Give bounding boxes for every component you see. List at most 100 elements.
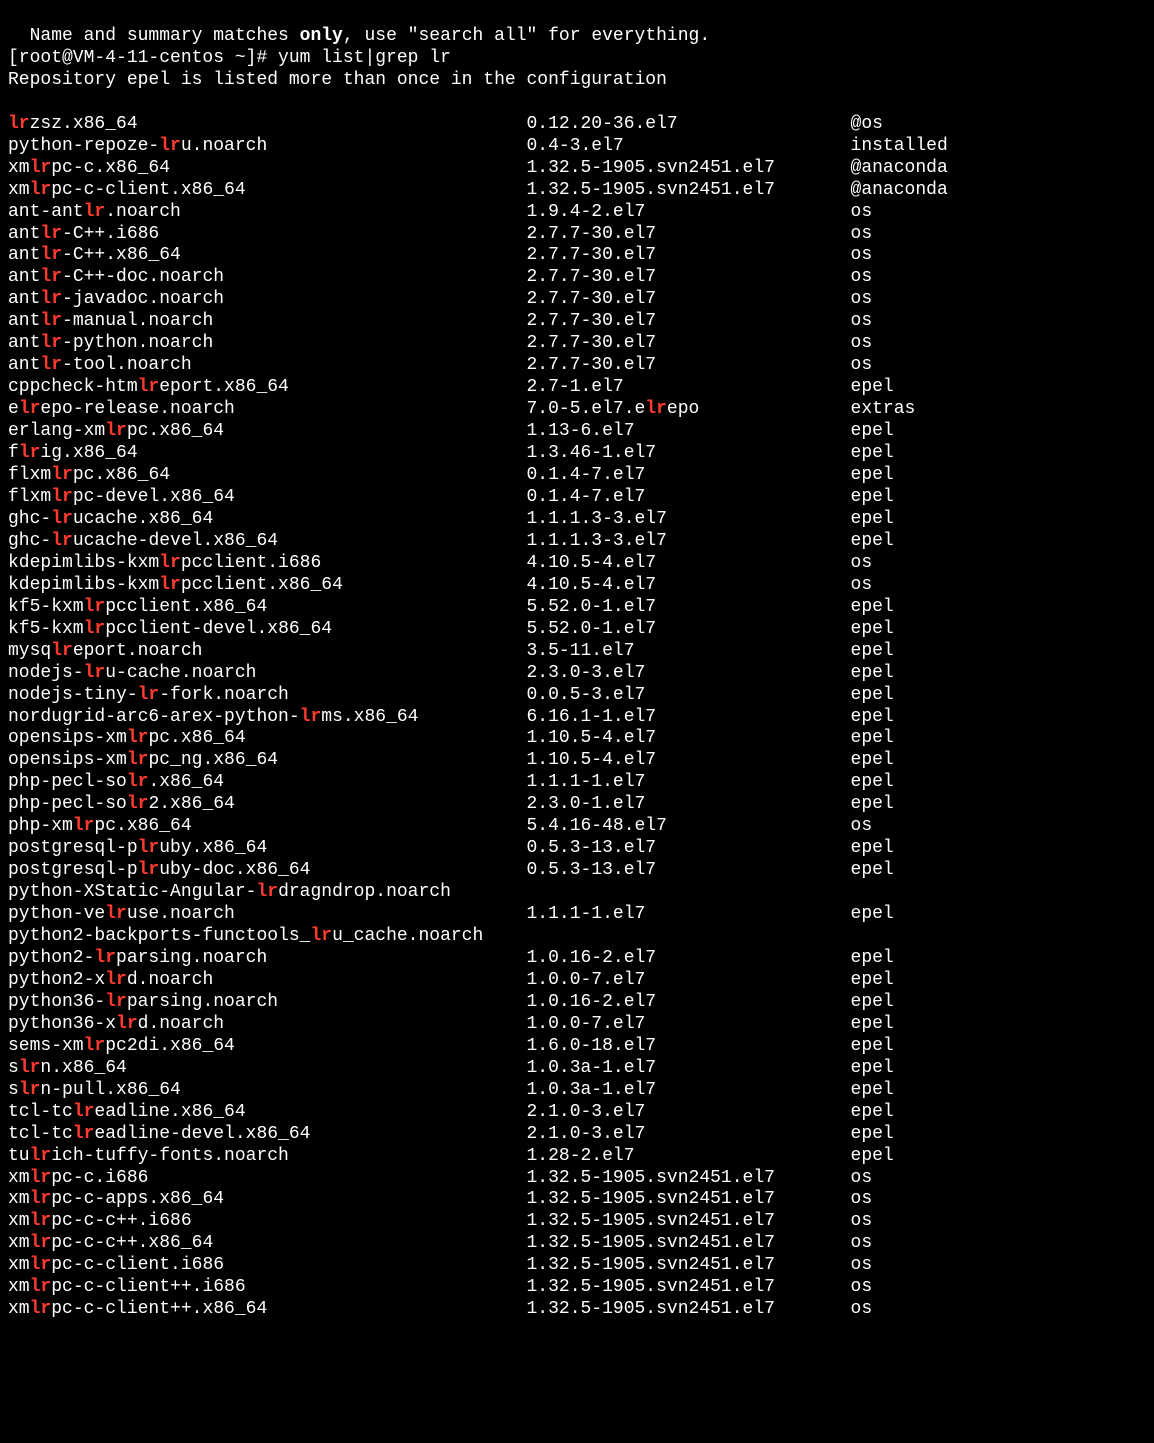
package-name: kdepimlibs-kxmlrpcclient.x86_64 — [8, 575, 526, 597]
package-name: antlr-javadoc.noarch — [8, 289, 526, 311]
package-row: python36-xlrd.noarch1.0.0-7.el7epel — [8, 1014, 1146, 1036]
package-repo: epel — [851, 1080, 1146, 1102]
package-row: antlr-tool.noarch2.7.7-30.el7os — [8, 355, 1146, 377]
package-row: xmlrpc-c-client.i6861.32.5-1905.svn2451.… — [8, 1255, 1146, 1277]
package-row: opensips-xmlrpc.x86_641.10.5-4.el7epel — [8, 728, 1146, 750]
package-version: 2.1.0-3.el7 — [526, 1124, 850, 1146]
package-name: antlr-C++.x86_64 — [8, 245, 526, 267]
package-repo: os — [851, 1168, 1146, 1190]
package-row: nodejs-tiny-lr-fork.noarch0.0.5-3.el7epe… — [8, 685, 1146, 707]
package-row: ghc-lrucache.x86_641.1.1.3-3.el7epel — [8, 509, 1146, 531]
package-version: 2.7.7-30.el7 — [526, 355, 850, 377]
package-version: 2.7.7-30.el7 — [526, 289, 850, 311]
package-version: 1.32.5-1905.svn2451.el7 — [526, 1168, 850, 1190]
package-repo: epel — [851, 1146, 1146, 1168]
package-name: nodejs-lru-cache.noarch — [8, 663, 526, 685]
package-repo: os — [851, 311, 1146, 333]
package-name: tcl-tclreadline.x86_64 — [8, 1102, 526, 1124]
package-version: 1.32.5-1905.svn2451.el7 — [526, 1255, 850, 1277]
package-name: xmlrpc-c-client++.i686 — [8, 1277, 526, 1299]
package-row: postgresql-plruby-doc.x86_640.5.3-13.el7… — [8, 860, 1146, 882]
package-name: tcl-tclreadline-devel.x86_64 — [8, 1124, 526, 1146]
package-row: kf5-kxmlrpcclient.x86_645.52.0-1.el7epel — [8, 597, 1146, 619]
package-version: 1.1.1.3-3.el7 — [526, 531, 850, 553]
package-repo: epel — [851, 531, 1146, 553]
package-name: ant-antlr.noarch — [8, 202, 526, 224]
package-version — [526, 926, 850, 948]
package-name: antlr-python.noarch — [8, 333, 526, 355]
package-row: python-velruse.noarch1.1.1-1.el7epel — [8, 904, 1146, 926]
package-version: 4.10.5-4.el7 — [526, 575, 850, 597]
package-repo: os — [851, 289, 1146, 311]
package-name: antlr-manual.noarch — [8, 311, 526, 333]
package-version: 0.1.4-7.el7 — [526, 487, 850, 509]
package-name: kdepimlibs-kxmlrpcclient.i686 — [8, 553, 526, 575]
package-row: antlr-C++.x86_642.7.7-30.el7os — [8, 245, 1146, 267]
package-name: antlr-tool.noarch — [8, 355, 526, 377]
package-version: 4.10.5-4.el7 — [526, 553, 850, 575]
package-version: 2.3.0-1.el7 — [526, 794, 850, 816]
package-row: cppcheck-htmlreport.x86_642.7-1.el7epel — [8, 377, 1146, 399]
package-version — [526, 882, 850, 904]
package-name: python2-lrparsing.noarch — [8, 948, 526, 970]
package-row: opensips-xmlrpc_ng.x86_641.10.5-4.el7epe… — [8, 750, 1146, 772]
package-version: 1.32.5-1905.svn2451.el7 — [526, 1189, 850, 1211]
package-row: php-pecl-solr2.x86_642.3.0-1.el7epel — [8, 794, 1146, 816]
package-name: opensips-xmlrpc.x86_64 — [8, 728, 526, 750]
package-row: kdepimlibs-kxmlrpcclient.x86_644.10.5-4.… — [8, 575, 1146, 597]
package-row: postgresql-plruby.x86_640.5.3-13.el7epel — [8, 838, 1146, 860]
package-repo: epel — [851, 904, 1146, 926]
package-repo: epel — [851, 377, 1146, 399]
package-row: slrn-pull.x86_641.0.3a-1.el7epel — [8, 1080, 1146, 1102]
package-row: xmlrpc-c.x86_641.32.5-1905.svn2451.el7@a… — [8, 158, 1146, 180]
package-name: cppcheck-htmlreport.x86_64 — [8, 377, 526, 399]
package-repo: epel — [851, 1036, 1146, 1058]
package-repo: os — [851, 355, 1146, 377]
package-version: 1.1.1-1.el7 — [526, 904, 850, 926]
package-name: tulrich-tuffy-fonts.noarch — [8, 1146, 526, 1168]
package-row: ant-antlr.noarch1.9.4-2.el7os — [8, 202, 1146, 224]
package-row: mysqlreport.noarch3.5-11.el7epel — [8, 641, 1146, 663]
package-name: php-xmlrpc.x86_64 — [8, 816, 526, 838]
package-name: python-velruse.noarch — [8, 904, 526, 926]
package-name: xmlrpc-c-client.x86_64 — [8, 180, 526, 202]
package-repo: os — [851, 202, 1146, 224]
package-repo: epel — [851, 1014, 1146, 1036]
package-repo: epel — [851, 707, 1146, 729]
package-version: 1.32.5-1905.svn2451.el7 — [526, 1299, 850, 1321]
package-repo: os — [851, 1255, 1146, 1277]
package-repo: epel — [851, 597, 1146, 619]
package-row: erlang-xmlrpc.x86_641.13-6.el7epel — [8, 421, 1146, 443]
package-name: ghc-lrucache.x86_64 — [8, 509, 526, 531]
package-name: postgresql-plruby.x86_64 — [8, 838, 526, 860]
package-version: 1.32.5-1905.svn2451.el7 — [526, 1233, 850, 1255]
package-version: 1.10.5-4.el7 — [526, 750, 850, 772]
package-name: elrepo-release.noarch — [8, 399, 526, 421]
package-repo: os — [851, 1189, 1146, 1211]
package-name: flxmlrpc-devel.x86_64 — [8, 487, 526, 509]
package-name: flxmlrpc.x86_64 — [8, 465, 526, 487]
package-name: python-XStatic-Angular-lrdragndrop.noarc… — [8, 882, 526, 904]
package-version: 0.5.3-13.el7 — [526, 838, 850, 860]
package-name: nodejs-tiny-lr-fork.noarch — [8, 685, 526, 707]
package-row: xmlrpc-c-client++.x86_641.32.5-1905.svn2… — [8, 1299, 1146, 1321]
package-version: 2.7.7-30.el7 — [526, 333, 850, 355]
terminal[interactable]: Name and summary matches only, use "sear… — [0, 0, 1154, 1347]
package-name: kf5-kxmlrpcclient.x86_64 — [8, 597, 526, 619]
package-repo: os — [851, 333, 1146, 355]
package-name: xmlrpc-c-c++.i686 — [8, 1211, 526, 1233]
package-row: xmlrpc-c-c++.i6861.32.5-1905.svn2451.el7… — [8, 1211, 1146, 1233]
package-name: flrig.x86_64 — [8, 443, 526, 465]
package-version: 2.7.7-30.el7 — [526, 245, 850, 267]
package-version: 5.4.16-48.el7 — [526, 816, 850, 838]
package-row: lrzsz.x86_640.12.20-36.el7@os — [8, 114, 1146, 136]
package-version: 1.0.16-2.el7 — [526, 992, 850, 1014]
package-repo: epel — [851, 794, 1146, 816]
package-repo: @anaconda — [851, 180, 1146, 202]
package-row: tcl-tclreadline.x86_642.1.0-3.el7epel — [8, 1102, 1146, 1124]
package-row: antlr-manual.noarch2.7.7-30.el7os — [8, 311, 1146, 333]
package-name: python2-xlrd.noarch — [8, 970, 526, 992]
package-version: 1.13-6.el7 — [526, 421, 850, 443]
package-repo: epel — [851, 465, 1146, 487]
package-name: xmlrpc-c.x86_64 — [8, 158, 526, 180]
